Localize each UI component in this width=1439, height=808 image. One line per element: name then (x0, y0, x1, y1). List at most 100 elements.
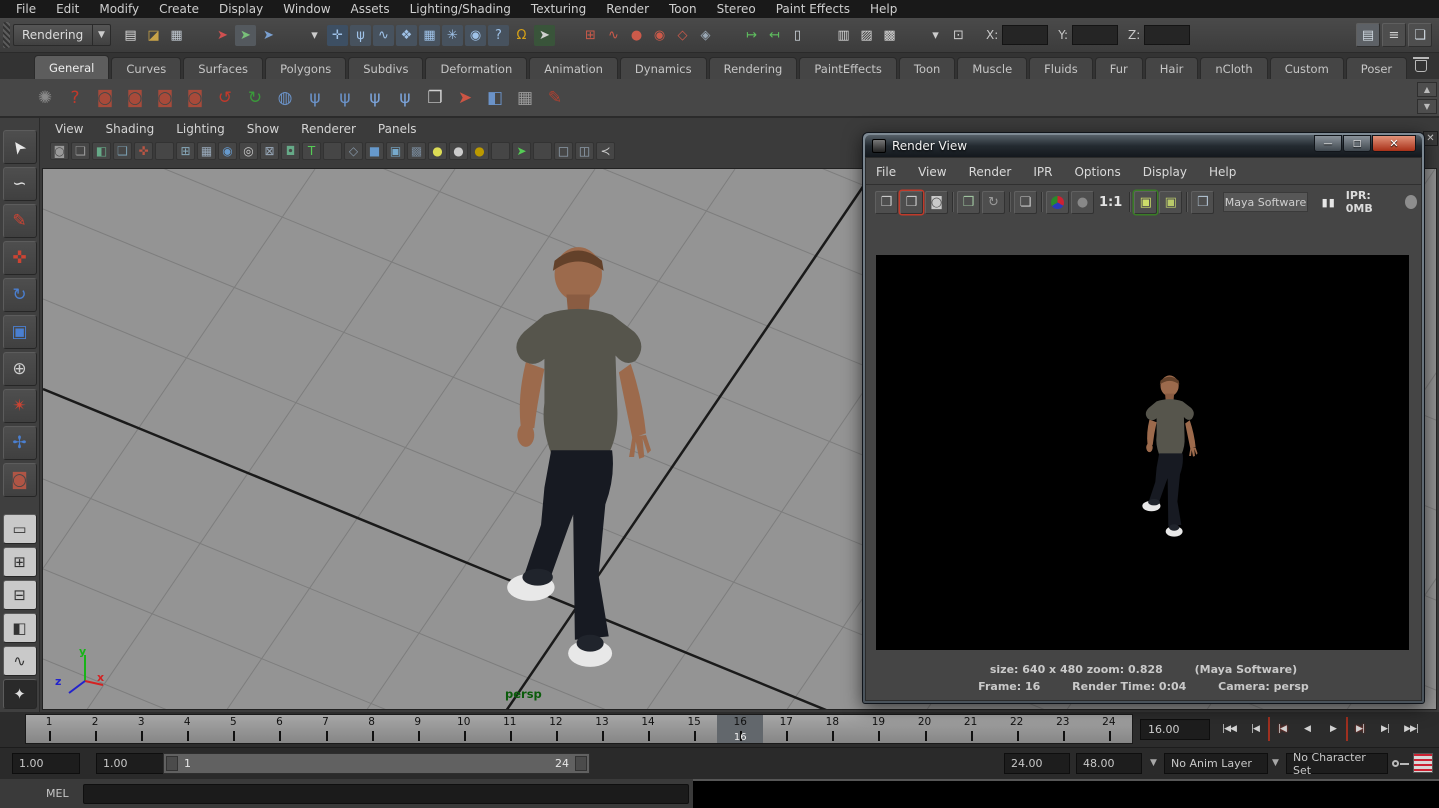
character-model[interactable] (469, 237, 674, 677)
y-field[interactable] (1072, 25, 1118, 45)
layout-four-pane[interactable]: ⊞ (3, 547, 37, 577)
move-tool[interactable]: ✜ (3, 241, 37, 275)
timeline-frame-cell[interactable]: 4 (164, 715, 210, 743)
separator[interactable] (1184, 191, 1189, 214)
shelf-tab-fluids[interactable]: Fluids (1029, 57, 1093, 79)
menu-paint-effects[interactable]: Paint Effects (766, 0, 860, 18)
mel-toggle[interactable]: MEL (46, 787, 69, 800)
timeline-frame-cell[interactable]: 9 (395, 715, 441, 743)
select-tool[interactable]: ➤ (3, 130, 37, 164)
timeline-frame-cell[interactable]: 1 (26, 715, 72, 743)
output-connections-icon[interactable]: ↤ (764, 25, 785, 46)
show-manipulator-tool[interactable]: ✢ (3, 426, 37, 460)
layout-outliner-persp[interactable]: ◧ (3, 613, 37, 643)
mask-joints-icon[interactable]: ψ (350, 25, 371, 46)
separator[interactable] (950, 191, 955, 214)
open-render-settings-icon[interactable]: ❒ (1191, 191, 1214, 214)
menu-help[interactable]: Help (860, 0, 907, 18)
menu-lighting-shading[interactable]: Lighting/Shading (400, 0, 521, 18)
safe-title-icon[interactable]: T (302, 142, 321, 160)
rv-menu-ipr[interactable]: IPR (1033, 165, 1052, 179)
rv-menu-options[interactable]: Options (1074, 165, 1120, 179)
snap-grid-icon[interactable]: ⊞ (580, 25, 601, 46)
chevron-down-icon[interactable]: ▼ (1150, 758, 1157, 768)
shelf-tab-muscle[interactable]: Muscle (957, 57, 1027, 79)
render-settings-icon[interactable]: ▩ (879, 25, 900, 46)
pause-ipr-icon[interactable]: ▮▮ (1322, 196, 1336, 209)
mask-surfaces-icon[interactable]: ❖ (396, 25, 417, 46)
film-gate-icon[interactable]: ▦ (197, 142, 216, 160)
region-render-icon[interactable]: ❏ (1014, 191, 1037, 214)
camera-select-icon[interactable]: ◙ (50, 142, 69, 160)
playback-end-field[interactable]: 24.00 (1004, 753, 1070, 774)
frame-ruler[interactable]: 1 2 3 4 5 (25, 714, 1133, 744)
snapshot-icon[interactable]: ◙ (925, 191, 948, 214)
paint-brush-icon[interactable]: ✎ (541, 84, 569, 112)
menu-edit[interactable]: Edit (46, 0, 89, 18)
wireframe-icon[interactable]: ◇ (344, 142, 363, 160)
rgb-channels-icon[interactable] (1046, 191, 1069, 214)
separator[interactable] (1039, 191, 1044, 214)
separator[interactable] (281, 25, 302, 46)
textured-icon[interactable]: ▣ (386, 142, 405, 160)
separator[interactable] (1127, 191, 1132, 214)
timeline-frame-cell[interactable]: 13 (579, 715, 625, 743)
snap-point-icon[interactable]: ● (626, 25, 647, 46)
menu-window[interactable]: Window (273, 0, 340, 18)
layout-two-pane[interactable]: ⊟ (3, 580, 37, 610)
rv-menu-view[interactable]: View (918, 165, 946, 179)
camera-dolly-icon[interactable]: ◙ (151, 84, 179, 112)
render-current-frame-icon[interactable]: ❒ (875, 191, 898, 214)
display-real-size-label[interactable]: 1:1 (1096, 191, 1125, 214)
separator[interactable] (491, 142, 510, 160)
timeline-frame-cell[interactable]: 10 (441, 715, 487, 743)
separator[interactable] (323, 142, 342, 160)
separator[interactable] (557, 25, 578, 46)
rendered-image[interactable] (876, 255, 1409, 650)
snap-projected-center-icon[interactable]: ◉ (649, 25, 670, 46)
timeline-frame-cell[interactable]: 20 (901, 715, 947, 743)
layout-single-pane[interactable]: ▭ (3, 514, 37, 544)
gate-mask-icon[interactable]: ◎ (239, 142, 258, 160)
image-plane-icon[interactable]: ❑ (113, 142, 132, 160)
separator[interactable] (155, 142, 174, 160)
quick-layout-icon[interactable]: ⊡ (948, 25, 969, 46)
vp-menu-lighting[interactable]: Lighting (176, 122, 225, 136)
make-live-icon[interactable]: ◈ (695, 25, 716, 46)
z-field[interactable] (1144, 25, 1190, 45)
attribute-editor-button[interactable]: ▤ (1356, 23, 1380, 47)
shelf-tab-painteffects[interactable]: PaintEffects (799, 57, 897, 79)
input-connections-icon[interactable]: ↦ (741, 25, 762, 46)
shelf-tab-toon[interactable]: Toon (899, 57, 955, 79)
resolution-gate-icon[interactable]: ◉ (218, 142, 237, 160)
tool-settings-button[interactable]: ≡ (1382, 23, 1406, 47)
range-end-handle[interactable] (575, 756, 587, 771)
separator[interactable] (1007, 191, 1012, 214)
collapse-grip[interactable] (3, 22, 10, 48)
animation-preferences-icon[interactable] (1413, 753, 1433, 773)
timeline-frame-cell[interactable]: 16 16 (717, 715, 763, 743)
separator[interactable] (810, 25, 831, 46)
timeline-frame-cell[interactable]: 12 (533, 715, 579, 743)
shelf-tab-subdivs[interactable]: Subdivs (348, 57, 423, 79)
separator[interactable] (189, 25, 210, 46)
all-lights-icon[interactable]: ● (470, 142, 489, 160)
smooth-shade-icon[interactable]: ■ (365, 142, 384, 160)
animation-end-field[interactable]: 48.00 (1076, 753, 1142, 774)
separator[interactable] (902, 25, 923, 46)
keep-image-icon[interactable]: ▣ (1134, 191, 1157, 214)
menu-create[interactable]: Create (149, 0, 209, 18)
current-time-field[interactable]: 16.00 (1140, 719, 1210, 740)
timeline-frame-cell[interactable]: 23 (1040, 715, 1086, 743)
scale-tool[interactable]: ▣ (3, 315, 37, 349)
compositing-icon[interactable]: ◫ (575, 142, 594, 160)
undo-icon[interactable]: ↺ (211, 84, 239, 112)
delete-object-icon[interactable]: ◍ (271, 84, 299, 112)
play-forward-button[interactable]: ▶ (1320, 717, 1346, 741)
menu-assets[interactable]: Assets (341, 0, 400, 18)
flat-light-icon[interactable]: ● (449, 142, 468, 160)
shelf-tab-animation[interactable]: Animation (529, 57, 618, 79)
joint-chain-icon[interactable]: ψ (391, 84, 419, 112)
anim-layer-selector[interactable]: No Anim Layer (1164, 753, 1268, 774)
sphere-cube-icon[interactable]: ◧ (481, 84, 509, 112)
